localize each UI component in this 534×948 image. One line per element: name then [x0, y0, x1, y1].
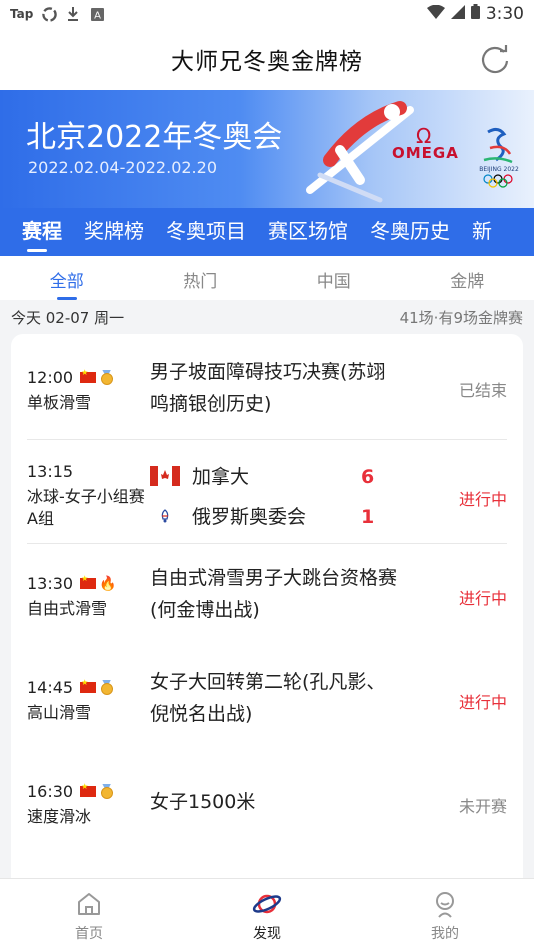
date-summary: 41场·有9场金牌赛 — [399, 308, 523, 327]
bottom-nav: 首页 发现 我的 — [0, 878, 534, 948]
battery-icon — [470, 4, 480, 24]
gold-medal-icon — [99, 680, 114, 696]
match-list: 12:00 单板滑雪 男子坡面障碍技巧决赛(苏翊鸣摘银创历史) 已结束 13:1… — [11, 334, 523, 894]
match-sport: 自由式滑雪 — [27, 599, 108, 618]
match-event: 男子坡面障碍技巧决赛(苏翊鸣摘银创历史) — [150, 361, 386, 415]
match-sport: 单板滑雪 — [27, 393, 92, 412]
china-flag-icon — [80, 368, 97, 383]
match-sport: 速度滑冰 — [27, 807, 92, 826]
filter-hot[interactable]: 热门 — [134, 256, 268, 300]
tab-news[interactable]: 新 — [461, 208, 503, 256]
tab-venues[interactable]: 赛区场馆 — [257, 208, 359, 256]
planet-icon — [252, 894, 282, 914]
match-event: 女子1500米 — [150, 791, 256, 813]
match-status: 已结束 — [458, 381, 507, 400]
banner-title: 北京2022年冬奥会 — [26, 120, 283, 155]
match-row[interactable]: 13:15 冰球-女子小组赛A组 加拿大 6 俄罗斯奥委会 1 进行中 — [11, 440, 523, 544]
match-sport: 高山滑雪 — [27, 703, 92, 722]
match-row[interactable]: 16:30 速度滑冰 女子1500米 未开赛 — [11, 752, 523, 856]
tab-schedule[interactable]: 赛程 — [0, 208, 73, 256]
svg-text:A: A — [94, 10, 101, 21]
olympics-banner[interactable]: 北京2022年冬奥会 2022.02.04-2022.02.20 Ω OMEGA… — [0, 90, 534, 208]
roc-flag-icon — [150, 505, 180, 526]
status-bar: Tap A 3:30 — [0, 0, 534, 28]
china-flag-icon — [80, 678, 97, 693]
match-event: 自由式滑雪男子大跳台资格赛(何金博出战) — [150, 567, 398, 621]
match-status: 未开赛 — [458, 797, 507, 816]
emblem-text: BEIJING 2022 — [479, 166, 519, 173]
nav-discover-label: 发现 — [253, 926, 281, 942]
nav-home-label: 首页 — [75, 926, 103, 942]
nav-profile[interactable]: 我的 — [356, 879, 534, 948]
match-sport: 冰球-女子小组赛A组 — [27, 487, 145, 528]
tab-events[interactable]: 冬奥项目 — [155, 208, 257, 256]
filter-gold[interactable]: 金牌 — [401, 256, 534, 300]
match-time-line: 14:45 — [27, 678, 114, 697]
refresh-icon[interactable] — [478, 42, 512, 76]
filter-all[interactable]: 全部 — [0, 256, 134, 300]
match-status: 进行中 — [458, 490, 507, 509]
team-row-2: 俄罗斯奥委会 — [150, 502, 306, 529]
team-name: 俄罗斯奥委会 — [192, 506, 307, 528]
match-time-line: 13:15 — [27, 462, 73, 481]
omega-text: OMEGA — [392, 144, 459, 162]
match-time-line: 16:30 — [27, 782, 114, 801]
beijing-2022-emblem: BEIJING 2022 — [474, 126, 524, 188]
profile-icon — [436, 892, 454, 918]
match-event: 女子大回转第二轮(孔凡影、倪悦名出战) — [150, 671, 386, 725]
wifi-icon — [426, 4, 445, 24]
china-flag-icon — [80, 782, 97, 797]
tab-medal-table[interactable]: 奖牌榜 — [73, 208, 155, 256]
a-notification-icon: A — [89, 6, 105, 22]
app-bar: 大师兄冬奥金牌榜 — [0, 28, 534, 90]
canada-flag-icon — [150, 465, 180, 486]
hot-fire-icon: 🔥 — [99, 575, 117, 592]
match-time-line: 12:00 — [27, 368, 114, 387]
match-row[interactable]: 14:45 高山滑雪 女子大回转第二轮(孔凡影、倪悦名出战) 进行中 — [11, 648, 523, 752]
date-label: 今天 02-07 周一 — [11, 308, 125, 327]
clock-time: 3:30 — [485, 4, 524, 24]
sync-icon — [41, 6, 57, 22]
tap-app-icon: Tap — [10, 7, 34, 21]
match-time: 13:30 — [27, 574, 74, 593]
match-time: 13:15 — [27, 462, 74, 481]
match-time: 12:00 — [27, 368, 74, 387]
nav-home[interactable]: 首页 — [0, 879, 178, 948]
page-title: 大师兄冬奥金牌榜 — [171, 49, 363, 75]
signal-icon — [450, 4, 465, 24]
filter-china[interactable]: 中国 — [267, 256, 401, 300]
nav-profile-label: 我的 — [431, 926, 459, 942]
filter-tabs: 全部 热门 中国 金牌 — [0, 256, 534, 300]
tab-history[interactable]: 冬奥历史 — [359, 208, 461, 256]
date-header: 今天 02-07 周一 41场·有9场金牌赛 — [0, 300, 534, 334]
team-name: 加拿大 — [192, 466, 250, 488]
gold-medal-icon — [99, 784, 114, 800]
team-score: 1 — [361, 506, 375, 528]
category-tabs: 赛程 奖牌榜 冬奥项目 赛区场馆 冬奥历史 新 — [0, 208, 534, 256]
match-time: 14:45 — [27, 678, 74, 697]
banner-dates: 2022.02.04-2022.02.20 — [28, 158, 217, 177]
match-status: 进行中 — [458, 693, 507, 712]
team-row-1: 加拿大 — [150, 462, 249, 489]
match-time-line: 13:30 🔥 — [27, 574, 117, 593]
match-row[interactable]: 13:30 🔥 自由式滑雪 自由式滑雪男子大跳台资格赛(何金博出战) 进行中 — [11, 544, 523, 648]
team-score: 6 — [361, 466, 375, 488]
sponsor-logos: Ω OMEGA BEIJING 2022 — [308, 124, 526, 188]
gold-medal-icon — [99, 370, 114, 386]
match-status: 进行中 — [458, 589, 507, 608]
match-row[interactable]: 12:00 单板滑雪 男子坡面障碍技巧决赛(苏翊鸣摘银创历史) 已结束 — [11, 334, 523, 440]
home-icon — [78, 893, 100, 915]
nav-discover[interactable]: 发现 — [178, 879, 356, 948]
china-flag-icon — [80, 574, 97, 589]
match-time: 16:30 — [27, 782, 74, 801]
download-icon — [65, 6, 81, 22]
